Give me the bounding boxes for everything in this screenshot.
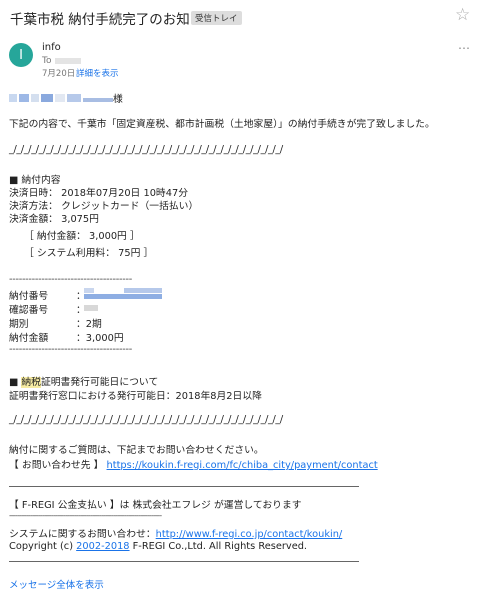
operator-note: 【 F-REGI 公金支払い 】は 株式会社エフレジ が運営しております — [9, 500, 302, 511]
field-value-period: ：2期 — [76, 319, 102, 330]
confirmation-number-redacted — [84, 305, 98, 311]
more-options-icon[interactable]: ⋯ — [458, 41, 470, 55]
sender-avatar: I — [9, 43, 33, 67]
horizontal-rule — [9, 486, 359, 487]
payment-heading: ■ 納付内容 — [9, 175, 61, 186]
copyright-rest: F-REGI Co.,Ltd. All Rights Reserved. — [129, 541, 308, 552]
certificate-date: 証明書発行窓口における発行可能日：2018年8月2日以降 — [9, 391, 262, 402]
highlighted-word: 納税 — [21, 377, 41, 388]
payment-number-redacted — [84, 288, 162, 300]
field-label-period: 期別 — [9, 319, 29, 330]
contact-prefix: 【 お問い合わせ先 】 — [9, 460, 104, 471]
subject-bar: 千葉市税 納付手続完了のお知らせ 受信トレイ ☆ — [0, 0, 480, 32]
copyright-prefix: Copyright (c) — [9, 541, 77, 552]
certificate-heading-rest: 証明書発行可能日について — [40, 377, 159, 388]
field-label-confirmation-number: 確認番号 — [9, 305, 49, 316]
to-label: To — [42, 56, 52, 66]
copyright-line: Copyright (c) 2002-2018 F-REGI Co.,Ltd. … — [9, 541, 307, 552]
certificate-heading-prefix: ■ — [9, 377, 22, 388]
field-value-amount: ：3,000円 — [76, 333, 124, 344]
settlement-amount: 決済金額： 3,075円 — [9, 214, 99, 225]
recipient-name-redacted — [9, 94, 121, 102]
payment-amount-detail: ［ 納付金額： 3,000円 ］ — [24, 231, 140, 242]
field-label-amount: 納付金額 — [9, 333, 49, 344]
system-inquiry-link[interactable]: http://www.f-regi.co.jp/contact/koukin/ — [156, 529, 343, 540]
salutation-suffix: 様 — [113, 94, 123, 105]
inquiry-text: 納付に関するご質問は、下記までお問い合わせください。 — [9, 445, 264, 456]
star-icon[interactable]: ☆ — [455, 5, 470, 25]
show-details-link[interactable]: 詳細を表示 — [76, 67, 119, 79]
certificate-heading: ■ 納税証明書発行可能日について — [9, 374, 158, 388]
copyright-years-link[interactable]: 2002-2018 — [76, 541, 129, 552]
avatar-letter: I — [19, 47, 23, 63]
dash-line: -------------------------------------- — [9, 344, 132, 355]
dash-line: ----------------------------------------… — [9, 511, 162, 520]
system-inquiry-line: システムに関するお問い合わせ：http://www.f-regi.co.jp/c… — [9, 526, 342, 540]
separator-line: _/_/_/_/_/_/_/_/_/_/_/_/_/_/_/_/_/_/_/_/… — [9, 144, 283, 155]
field-label-payment-number: 納付番号 — [9, 291, 49, 302]
email-date: 7月20日 — [42, 69, 76, 79]
contact-url-link[interactable]: https://koukin.f-regi.com/fc/chiba_city/… — [107, 460, 378, 471]
horizontal-rule — [9, 561, 359, 562]
sender-name[interactable]: info — [42, 42, 61, 53]
separator-line: _/_/_/_/_/_/_/_/_/_/_/_/_/_/_/_/_/_/_/_/… — [9, 414, 283, 425]
settlement-datetime: 決済日時： 2018年07月20日 10時47分 — [9, 188, 188, 199]
email-subject: 千葉市税 納付手続完了のお知らせ — [10, 12, 217, 28]
system-fee-detail: ［ システム利用料： 75円 ］ — [24, 248, 154, 259]
system-inquiry-prefix: システムに関するお問い合わせ： — [9, 529, 156, 540]
recipient-redacted — [55, 58, 81, 64]
intro-text: 下記の内容で、千葉市「固定資産税、都市計画税（土地家屋）」の納付手続きが完了致し… — [9, 119, 435, 130]
contact-line: 【 お問い合わせ先 】 https://koukin.f-regi.com/fc… — [9, 457, 378, 471]
show-full-message-link[interactable]: メッセージ全体を表示 — [9, 577, 104, 591]
payment-method: 決済方法： クレジットカード（一括払い） — [9, 201, 199, 212]
dash-line: -------------------------------------- — [9, 274, 132, 285]
inbox-label-badge[interactable]: 受信トレイ — [191, 11, 242, 25]
